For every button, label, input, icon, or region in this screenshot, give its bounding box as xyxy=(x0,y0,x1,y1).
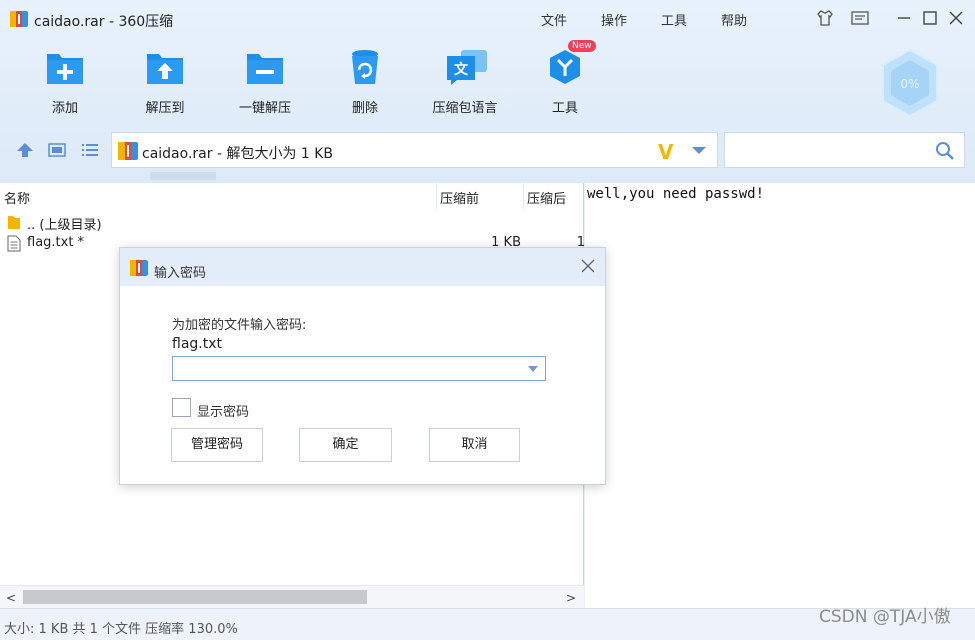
dialog-prompt: 为加密的文件输入密码: xyxy=(172,318,307,333)
archive-app-icon xyxy=(10,11,28,27)
one-click-extract-label: 一键解压 xyxy=(238,101,291,116)
text-file-icon xyxy=(7,235,21,252)
svg-text:文: 文 xyxy=(454,61,469,78)
maximize-icon[interactable] xyxy=(920,8,940,28)
scroll-right-icon[interactable]: > xyxy=(566,591,576,605)
close-icon[interactable] xyxy=(580,258,596,274)
tools-button[interactable]: New 工具 xyxy=(520,40,610,120)
list-item-parent-dir[interactable]: .. (上级目录) xyxy=(0,212,584,233)
thumbnail-view-icon[interactable] xyxy=(47,142,67,158)
cancel-button[interactable]: 取消 xyxy=(429,428,520,462)
window-header: caidao.rar - 360压缩 文件 操作 工具 帮助 添加 解压到 一键… xyxy=(0,0,975,183)
delete-button[interactable]: 删除 xyxy=(320,44,410,120)
toolbar: 添加 解压到 一键解压 删除 文 压缩包语言 New 工具 xyxy=(0,40,975,120)
chevron-down-icon[interactable] xyxy=(528,366,538,372)
show-password-label: 显示密码 xyxy=(197,405,250,420)
password-input[interactable] xyxy=(175,359,515,378)
search-input[interactable] xyxy=(724,132,965,168)
address-path: caidao.rar - 解包大小为 1 KB xyxy=(142,146,334,162)
one-click-extract-icon xyxy=(247,54,283,84)
search-icon[interactable] xyxy=(935,141,955,161)
extract-to-button[interactable]: 解压到 xyxy=(120,44,210,120)
extract-to-icon xyxy=(147,54,183,84)
archive-language-button[interactable]: 文 压缩包语言 xyxy=(420,44,510,120)
password-dialog: 输入密码 为加密的文件输入密码: flag.txt 显示密码 管理密码 确定 取… xyxy=(119,247,606,485)
menu-tools[interactable]: 工具 xyxy=(661,10,687,29)
dialog-filename: flag.txt xyxy=(172,336,222,352)
header-scroll-handle xyxy=(150,172,216,180)
menu-file[interactable]: 文件 xyxy=(541,10,567,29)
manage-password-button[interactable]: 管理密码 xyxy=(171,428,263,462)
new-badge: New xyxy=(568,40,596,52)
add-icon xyxy=(47,54,83,84)
address-bar[interactable]: caidao.rar - 解包大小为 1 KB V xyxy=(111,132,718,168)
up-arrow-icon[interactable] xyxy=(15,142,35,158)
extract-to-label: 解压到 xyxy=(145,101,185,116)
skin-icon[interactable] xyxy=(815,8,835,28)
archive-file-icon xyxy=(118,142,138,160)
title-bar: caidao.rar - 360压缩 文件 操作 工具 帮助 xyxy=(0,0,975,36)
compression-progress-text: 0% xyxy=(900,77,920,91)
archive-app-icon xyxy=(130,260,148,276)
column-divider xyxy=(523,183,524,209)
archive-comment-text: well,you need passwd! xyxy=(587,186,765,202)
minimize-icon[interactable] xyxy=(894,8,914,28)
delete-label: 删除 xyxy=(351,101,378,116)
archive-language-label: 压缩包语言 xyxy=(432,101,498,116)
watermark: CSDN @TJA小傲 xyxy=(819,607,951,627)
status-text: 大小: 1 KB 共 1 个文件 压缩率 130.0% xyxy=(4,622,238,637)
window-title: caidao.rar - 360压缩 xyxy=(34,14,174,30)
column-name[interactable]: 名称 xyxy=(4,188,30,207)
password-field[interactable] xyxy=(172,356,546,381)
preview-pane: well,you need passwd! xyxy=(585,183,975,608)
address-dropdown-icon[interactable] xyxy=(692,147,706,154)
column-packed[interactable]: 压缩后 xyxy=(527,188,566,207)
v-logo-icon[interactable]: V xyxy=(658,140,673,164)
tools-label: 工具 xyxy=(551,101,578,116)
delete-icon xyxy=(352,50,378,84)
feedback-icon[interactable] xyxy=(850,8,870,28)
add-label: 添加 xyxy=(51,101,78,116)
close-icon[interactable] xyxy=(946,8,966,28)
scroll-left-icon[interactable]: < xyxy=(6,591,16,605)
horizontal-scrollbar[interactable]: < > xyxy=(0,585,584,608)
file-name: .. (上级目录) xyxy=(27,218,102,233)
column-size[interactable]: 压缩前 xyxy=(440,188,479,207)
one-click-extract-button[interactable]: 一键解压 xyxy=(220,44,310,120)
tools-icon xyxy=(550,50,580,84)
folder-icon xyxy=(8,216,20,229)
address-row: caidao.rar - 解包大小为 1 KB V xyxy=(0,130,975,170)
menu-operation[interactable]: 操作 xyxy=(601,10,627,29)
list-view-icon[interactable] xyxy=(80,142,100,158)
dialog-title-bar: 输入密码 xyxy=(120,248,605,286)
add-button[interactable]: 添加 xyxy=(20,44,110,120)
show-password-checkbox[interactable] xyxy=(172,398,191,417)
column-divider xyxy=(436,183,437,209)
dialog-title: 输入密码 xyxy=(154,266,207,281)
file-name: flag.txt * xyxy=(27,235,85,250)
ok-button[interactable]: 确定 xyxy=(299,428,392,462)
scroll-thumb[interactable] xyxy=(23,590,367,604)
menu-help[interactable]: 帮助 xyxy=(721,10,747,29)
archive-language-icon: 文 xyxy=(447,50,487,85)
